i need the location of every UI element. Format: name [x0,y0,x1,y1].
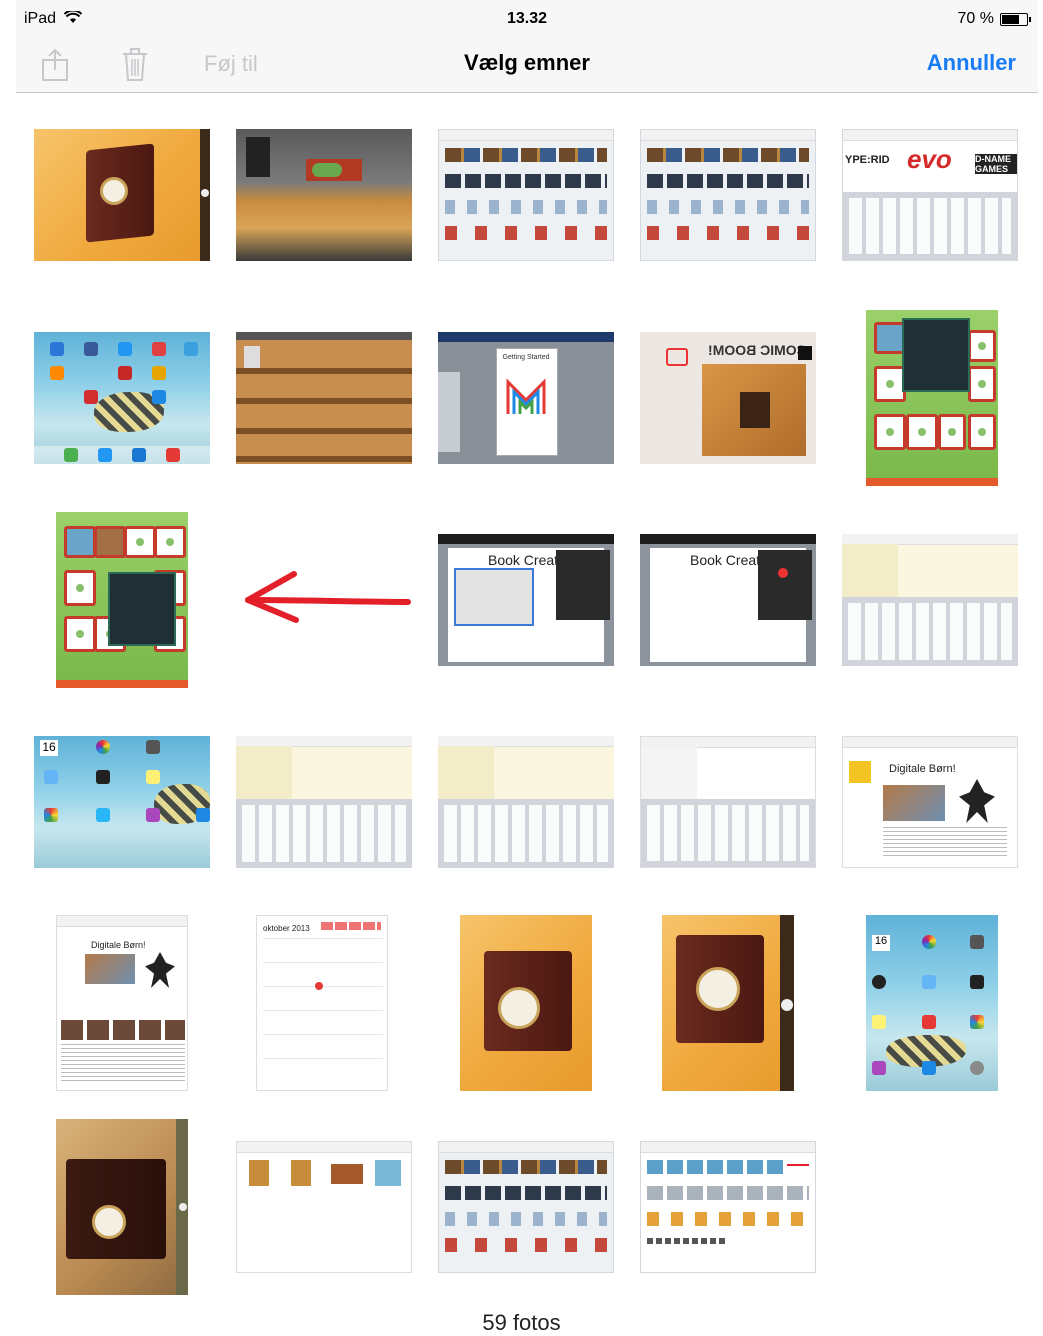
photo-thumbnail[interactable] [236,129,412,261]
photo-thumbnail[interactable] [640,1141,816,1273]
thumb-label: D-NAME GAMES [975,154,1017,174]
thumb-label: COMIC BOOM! [708,342,807,358]
photo-thumbnail[interactable]: oktober 2013 [256,915,388,1091]
photo-thumbnail[interactable] [640,129,816,261]
photo-thumbnail[interactable]: YPE:RID evo D-NAME GAMES [842,129,1018,261]
photo-thumbnail[interactable] [866,310,998,486]
thumb-label: Book Creat [488,552,559,568]
photo-thumbnail[interactable] [662,915,794,1091]
battery-icon [1000,12,1031,26]
photo-thumbnail[interactable] [34,129,210,261]
photo-picker-screen: iPad 13.32 70 % Føj til Vælg emner Annul… [16,0,1038,1335]
photo-thumbnail[interactable] [56,1119,188,1295]
battery-percent: 70 % [957,10,994,27]
status-time: 13.32 [506,10,548,27]
photo-thumbnail[interactable] [236,736,412,868]
photo-thumbnail[interactable]: Getting Started [438,332,614,464]
thumb-label: evo [907,144,952,174]
cancel-button[interactable]: Annuller [927,50,1016,76]
photo-count-label: 59 fotos [482,1310,561,1335]
thumb-label: Getting Started [502,354,550,361]
photo-thumbnail[interactable]: 16 [866,915,998,1091]
photo-thumbnail[interactable]: COMIC BOOM! [640,332,816,464]
photo-thumbnail[interactable] [438,1141,614,1273]
photo-thumbnail[interactable]: Book Creat [438,534,614,666]
status-bar: iPad 13.32 70 % [16,0,1038,38]
arrow-left-icon [245,571,411,623]
photo-thumbnail[interactable] [438,736,614,868]
thumb-label: Book Creat [690,552,761,568]
photo-thumbnail[interactable] [236,332,412,464]
photo-thumbnail[interactable] [34,332,210,464]
thumb-label: Digitale Børn! [889,763,956,775]
page-title: Vælg emner [464,50,590,75]
photo-thumbnail[interactable] [236,534,412,666]
calendar-icon: 16 [40,740,58,756]
photo-thumbnail[interactable]: Book Creat [640,534,816,666]
photo-thumbnail[interactable]: 16 [34,736,210,868]
photo-thumbnail[interactable] [842,534,1018,666]
thumb-label: oktober 2013 [263,924,310,933]
photo-thumbnail[interactable]: Digitale Børn! [842,736,1018,868]
photo-thumbnail[interactable] [56,512,188,688]
status-battery: 70 % [957,10,1031,28]
photo-thumbnail[interactable] [438,129,614,261]
photo-thumbnail[interactable] [640,736,816,868]
thumb-label: Digitale Børn! [91,940,146,950]
photo-thumbnail[interactable] [460,915,592,1091]
photo-thumbnail[interactable] [236,1141,412,1273]
calendar-icon: 16 [872,935,890,951]
thumb-label: YPE:RID [845,154,890,166]
navigation-bar: Føj til Vælg emner Annuller [16,38,1038,93]
photo-thumbnail[interactable]: Digitale Børn! [56,915,188,1091]
